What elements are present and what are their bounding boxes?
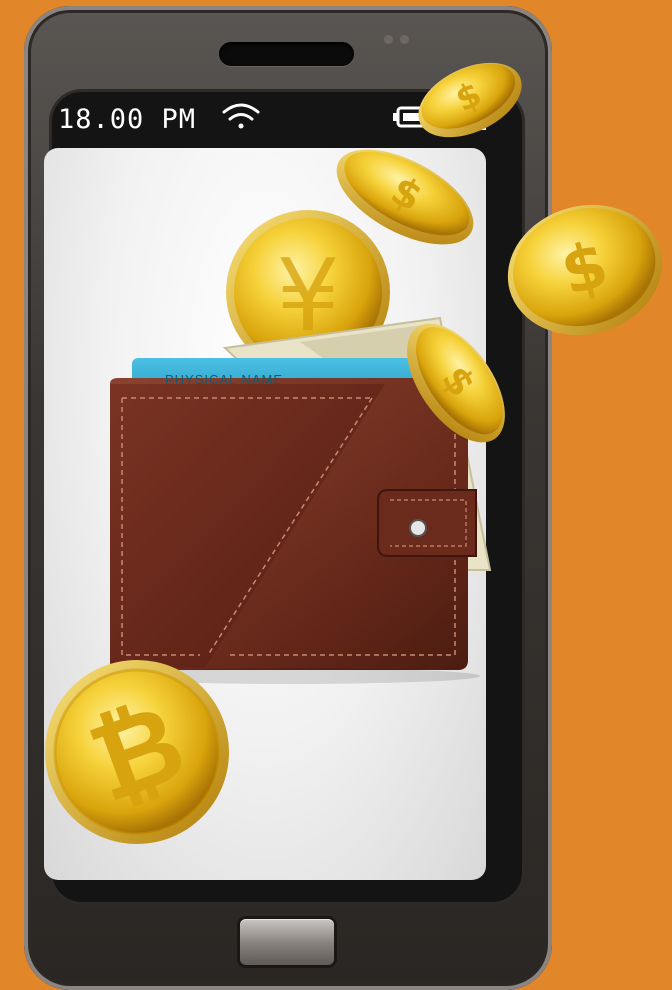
wallet-icon: [100, 378, 480, 684]
card-label: PHYSICAL NAME: [165, 372, 283, 387]
wallet-coins-artwork: ¥ $ $ $ $ ₿: [45, 62, 663, 844]
bitcoin-coin: ₿: [45, 660, 229, 844]
dollar-coin: $: [507, 204, 663, 336]
snap-button-icon: [409, 519, 427, 537]
wifi-icon: [222, 103, 260, 129]
dollar-coin: $: [418, 62, 522, 138]
